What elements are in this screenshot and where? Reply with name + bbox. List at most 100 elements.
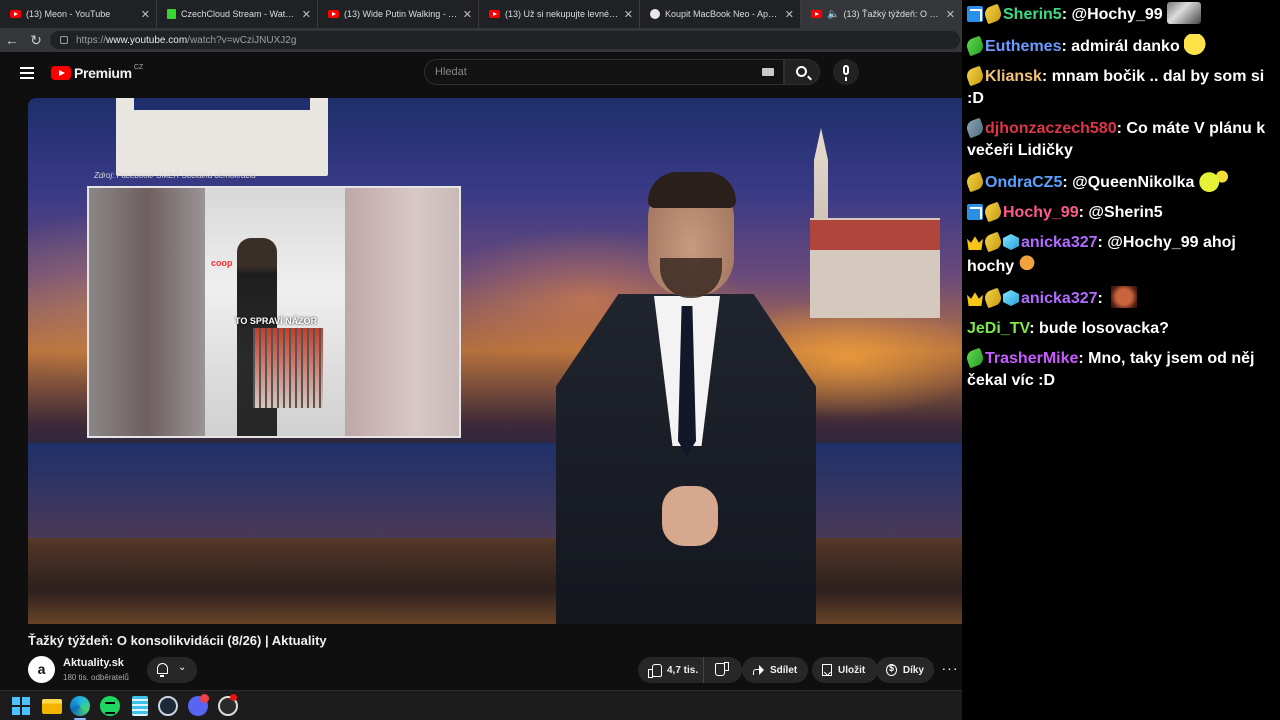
steam-icon[interactable] — [158, 696, 178, 716]
chat-message: djhonzaczech580: Co máte V plánu k večeř… — [964, 117, 1276, 162]
browser-toolbar: ← ↻ https://www.youtube.com/watch?v=wCzi… — [0, 28, 962, 52]
logo-text: Premium — [74, 65, 132, 81]
river — [28, 443, 962, 543]
search-input[interactable]: Hledat — [424, 59, 784, 85]
address-bar[interactable]: https://www.youtube.com/watch?v=wCziJNUX… — [50, 31, 960, 49]
green-badge-icon — [964, 35, 986, 57]
youtube-play-icon — [51, 66, 71, 80]
edge-browser-icon[interactable] — [70, 696, 90, 716]
chat-colon: : — [1097, 290, 1108, 307]
voice-search-button[interactable] — [833, 59, 859, 85]
inset-blur-right — [345, 188, 459, 436]
url-path: /watch?v=wCziJNUXJ2g — [187, 34, 297, 46]
browser-tab[interactable]: Koupit MacBook Neo - Apple (CZ) ✕ — [640, 0, 801, 28]
chat-username[interactable]: anicka327 — [1021, 290, 1098, 307]
more-actions-button[interactable]: ··· — [938, 657, 962, 683]
save-button[interactable]: Uložit — [812, 657, 878, 683]
country-code: CZ — [133, 63, 144, 71]
close-icon[interactable]: ✕ — [463, 8, 472, 21]
speaker-icon[interactable]: 🔈 — [827, 9, 839, 20]
site-info-icon[interactable] — [60, 36, 68, 44]
reload-icon[interactable]: ↻ — [24, 32, 48, 49]
chat-message: Hochy_99: @Sherin5 — [967, 201, 1276, 224]
chat-text: bude losovacka? — [1039, 320, 1169, 337]
chat-colon: : — [1078, 350, 1089, 367]
gray-badge-icon — [964, 117, 986, 139]
chat-username[interactable]: djhonzaczech580 — [985, 120, 1117, 137]
thanks-label: Díky — [902, 664, 924, 676]
inset-clip: coop TO SPRAVÍ NÁZOR — [205, 188, 345, 436]
chat-username[interactable]: JeDi_TV — [967, 320, 1029, 337]
super-thanks-icon — [886, 663, 897, 676]
like-button[interactable]: 4,7 tis. — [638, 657, 704, 683]
windows-start-icon[interactable] — [12, 697, 30, 715]
chat-message: Kliansk: mnam bočik .. dal by som si :D — [964, 65, 1276, 110]
screen: (13) Meon - YouTube ✕ CzechCloud Stream … — [0, 0, 1280, 720]
store-sign: coop — [211, 258, 233, 268]
photo-emote-icon — [1166, 2, 1201, 24]
video-player[interactable]: Zdroj: Facebook/ SMER Sociálna demokraci… — [28, 98, 962, 624]
thanks-button[interactable]: Díky — [876, 657, 934, 683]
chat-colon: : — [1097, 234, 1108, 251]
youtube-header: Premium CZ Hledat — [0, 52, 962, 96]
browser-tab[interactable]: CzechCloud Stream - Watch Live o ✕ — [157, 0, 318, 28]
spotify-icon[interactable] — [100, 696, 120, 716]
file-explorer-icon[interactable] — [42, 699, 62, 714]
subscriber-count: 180 tis. odběratelů — [63, 673, 129, 682]
chat-username[interactable]: anicka327 — [1021, 234, 1098, 251]
chat-message: Sherin5: @Hochy_99 — [967, 2, 1276, 26]
cube-badge-icon — [1003, 234, 1019, 250]
share-label: Sdílet — [770, 664, 798, 676]
chat-username[interactable]: Hochy_99 — [1003, 204, 1079, 221]
youtube-icon — [811, 10, 822, 18]
shopping-cart — [253, 328, 323, 408]
tab-title: (13) Meon - YouTube — [26, 9, 111, 19]
youtube-icon — [328, 10, 339, 18]
gold-badge-icon — [964, 171, 986, 193]
channel-name[interactable]: Aktuality.sk — [63, 657, 124, 669]
close-icon[interactable]: ✕ — [624, 8, 633, 21]
browser-tab[interactable]: (13) Wide Putin Walking - YouTube ✕ — [318, 0, 479, 28]
chat-username[interactable]: Kliansk — [985, 68, 1042, 85]
dislike-button[interactable] — [704, 657, 742, 683]
notepad-icon[interactable] — [132, 696, 148, 716]
url-scheme: https:// — [76, 34, 107, 46]
chat-username[interactable]: TrasherMike — [985, 350, 1078, 367]
subscribed-notifications-button[interactable]: ⌄ — [147, 657, 197, 683]
youtube-icon — [10, 10, 21, 18]
tab-title: Koupit MacBook Neo - Apple (CZ) — [665, 9, 781, 19]
face-emote-icon — [1111, 286, 1138, 308]
chat-username[interactable]: Euthemes — [985, 38, 1061, 55]
chat-colon: : — [1041, 68, 1052, 85]
inset-video-frame: coop TO SPRAVÍ NÁZOR — [87, 186, 461, 438]
youtube-icon — [489, 10, 500, 18]
chat-username[interactable]: Sherin5 — [1003, 6, 1062, 23]
gold-badge-icon — [982, 201, 1004, 223]
close-icon[interactable]: ✕ — [302, 8, 311, 21]
like-count: 4,7 tis. — [667, 664, 699, 676]
gold-badge-icon — [964, 65, 986, 87]
stream-chat: Sherin5: @Hochy_99 Euthemes: admirál dank… — [962, 0, 1280, 720]
close-icon[interactable]: ✕ — [785, 8, 794, 21]
browser-tab[interactable]: (13) Meon - YouTube ✕ — [0, 0, 157, 28]
kick-icon — [167, 9, 176, 19]
chat-colon: : — [1061, 38, 1072, 55]
browser-tab-strip: (13) Meon - YouTube ✕ CzechCloud Stream … — [0, 0, 962, 28]
chat-username[interactable]: OndraCZ5 — [985, 174, 1062, 191]
youtube-logo[interactable]: Premium CZ — [51, 63, 144, 81]
yellow-emote-icon — [1183, 34, 1210, 56]
bell-icon — [157, 663, 168, 677]
search-placeholder: Hledat — [435, 66, 467, 78]
hamburger-menu-icon[interactable] — [20, 67, 34, 79]
back-arrow-icon[interactable]: ← — [0, 32, 24, 48]
close-icon[interactable]: ✕ — [946, 8, 955, 21]
inset-blur-left — [89, 188, 205, 436]
channel-avatar[interactable]: a — [28, 656, 55, 683]
browser-tab[interactable]: (13) Už si nekupujte levné Window ✕ — [479, 0, 640, 28]
search-button[interactable] — [784, 59, 820, 85]
close-icon[interactable]: ✕ — [141, 8, 150, 21]
browser-tab-active[interactable]: 🔈 (13) Ťažký týždeň: O konsolik ✕ — [801, 0, 962, 28]
share-button[interactable]: Sdílet — [742, 657, 808, 683]
keyboard-icon[interactable] — [762, 68, 774, 76]
chat-colon: : — [1062, 174, 1073, 191]
